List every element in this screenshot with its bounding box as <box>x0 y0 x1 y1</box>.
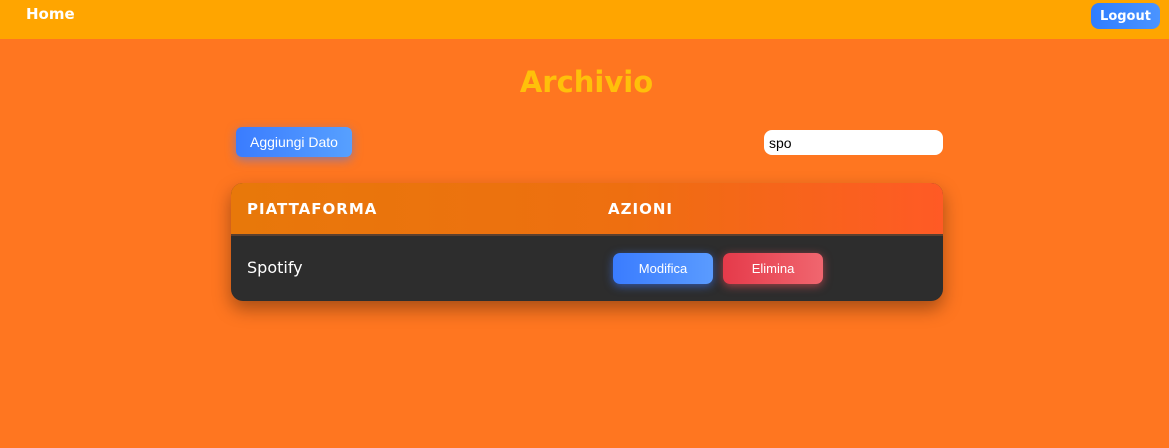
add-data-button[interactable]: Aggiungi Dato <box>236 127 352 157</box>
page-title: Archivio <box>519 65 654 99</box>
delete-button[interactable]: Elimina <box>723 253 823 284</box>
edit-button[interactable]: Modifica <box>613 253 713 284</box>
column-header-platform: PIATTAFORMA <box>247 200 378 218</box>
data-table: PIATTAFORMA AZIONI Spotify Modifica Elim… <box>231 183 943 301</box>
nav-home-link[interactable]: Home <box>26 5 75 23</box>
logout-button[interactable]: Logout <box>1091 3 1160 29</box>
navbar: Home Logout <box>0 0 1169 39</box>
platform-cell: Spotify <box>247 258 303 277</box>
table-header: PIATTAFORMA AZIONI <box>231 183 943 236</box>
table-row: Spotify Modifica Elimina <box>231 236 943 301</box>
search-input[interactable] <box>764 130 943 155</box>
column-header-actions: AZIONI <box>608 200 673 218</box>
